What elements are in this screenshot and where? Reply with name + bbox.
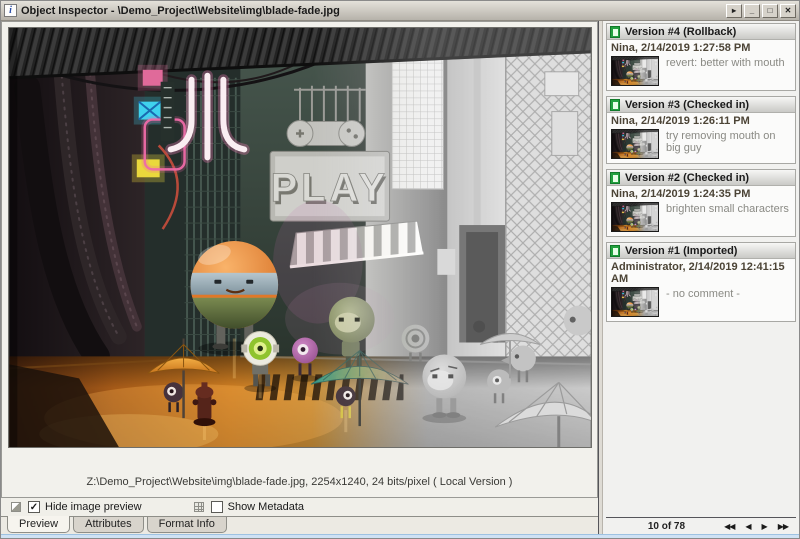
first-page-button[interactable]: ◀◀: [724, 522, 734, 531]
show-metadata-label[interactable]: Show Metadata: [228, 501, 304, 513]
preview-panel: PLAY PLAY: [1, 21, 598, 534]
page-indicator: 10 of 78: [648, 521, 685, 532]
version-history-panel: Version #4 (Rollback) Nina, 2/14/2019 1:…: [603, 21, 799, 534]
version-comment: brighten small characters: [666, 202, 789, 215]
version-thumbnail[interactable]: [611, 202, 659, 232]
version-title: Version #1 (Imported): [625, 245, 737, 257]
version-author-line: Nina, 2/14/2019 1:27:58 PM: [611, 42, 791, 54]
version-status-icon: [610, 99, 620, 111]
version-header[interactable]: Version #3 (Checked in): [607, 97, 795, 113]
version-author-line: Nina, 2/14/2019 1:26:11 PM: [611, 115, 791, 127]
window-bottom-edge: [1, 534, 799, 538]
show-metadata-checkbox[interactable]: [211, 501, 223, 513]
maximize-button[interactable]: □: [762, 4, 778, 18]
last-page-button[interactable]: ▶▶: [778, 522, 788, 531]
version-card[interactable]: Version #3 (Checked in) Nina, 2/14/2019 …: [606, 96, 796, 164]
preview-area: PLAY PLAY: [1, 21, 598, 498]
tab-preview[interactable]: Preview: [7, 516, 70, 533]
version-status-icon: [610, 245, 620, 257]
version-thumbnail[interactable]: [611, 287, 659, 317]
tab-format-info[interactable]: Format Info: [147, 517, 227, 533]
version-author-line: Nina, 2/14/2019 1:24:35 PM: [611, 188, 791, 200]
version-comment: try removing mouth on big guy: [666, 129, 791, 154]
version-header[interactable]: Version #4 (Rollback): [607, 24, 795, 40]
version-status-icon: [610, 172, 620, 184]
version-card[interactable]: Version #2 (Checked in) Nina, 2/14/2019 …: [606, 169, 796, 237]
pagination-bar: 10 of 78 ◀◀ ◀ ▶ ▶▶: [606, 517, 796, 534]
window-menu-button[interactable]: ▸: [726, 4, 742, 18]
object-inspector-window: i Object Inspector - \Demo_Project\Websi…: [0, 0, 800, 539]
titlebar[interactable]: i Object Inspector - \Demo_Project\Websi…: [1, 1, 799, 21]
version-comment: revert: better with mouth: [666, 56, 785, 69]
hide-image-preview-label[interactable]: Hide image preview: [45, 501, 142, 513]
bottom-tabbar: Preview Attributes Format Info: [1, 516, 598, 534]
version-title: Version #3 (Checked in): [625, 99, 749, 111]
previous-page-button[interactable]: ◀: [745, 522, 750, 531]
metadata-grid-icon: [194, 502, 204, 512]
version-status-icon: [610, 26, 620, 38]
version-title: Version #2 (Checked in): [625, 172, 749, 184]
version-card[interactable]: Version #1 (Imported) Administrator, 2/1…: [606, 242, 796, 322]
info-icon: i: [4, 4, 17, 17]
next-page-button[interactable]: ▶: [762, 522, 767, 531]
image-path-caption: Z:\Demo_Project\Website\img\blade-fade.j…: [2, 476, 597, 488]
preview-image: PLAY PLAY: [8, 27, 592, 448]
version-header[interactable]: Version #2 (Checked in): [607, 170, 795, 186]
preview-controls: ✓ Hide image preview Show Metadata: [1, 498, 598, 516]
window-title: Object Inspector - \Demo_Project\Website…: [21, 5, 726, 17]
version-card[interactable]: Version #4 (Rollback) Nina, 2/14/2019 1:…: [606, 23, 796, 91]
version-thumbnail[interactable]: [611, 129, 659, 159]
version-comment: - no comment -: [666, 287, 740, 300]
close-button[interactable]: ✕: [780, 4, 796, 18]
image-preview-icon: [11, 502, 21, 512]
tab-attributes[interactable]: Attributes: [73, 517, 143, 533]
version-title: Version #4 (Rollback): [625, 26, 736, 38]
version-thumbnail[interactable]: [611, 56, 659, 86]
minimize-button[interactable]: _: [744, 4, 760, 18]
version-header[interactable]: Version #1 (Imported): [607, 243, 795, 259]
version-author-line: Administrator, 2/14/2019 12:41:15 AM: [611, 261, 791, 285]
hide-image-preview-checkbox[interactable]: ✓: [28, 501, 40, 513]
